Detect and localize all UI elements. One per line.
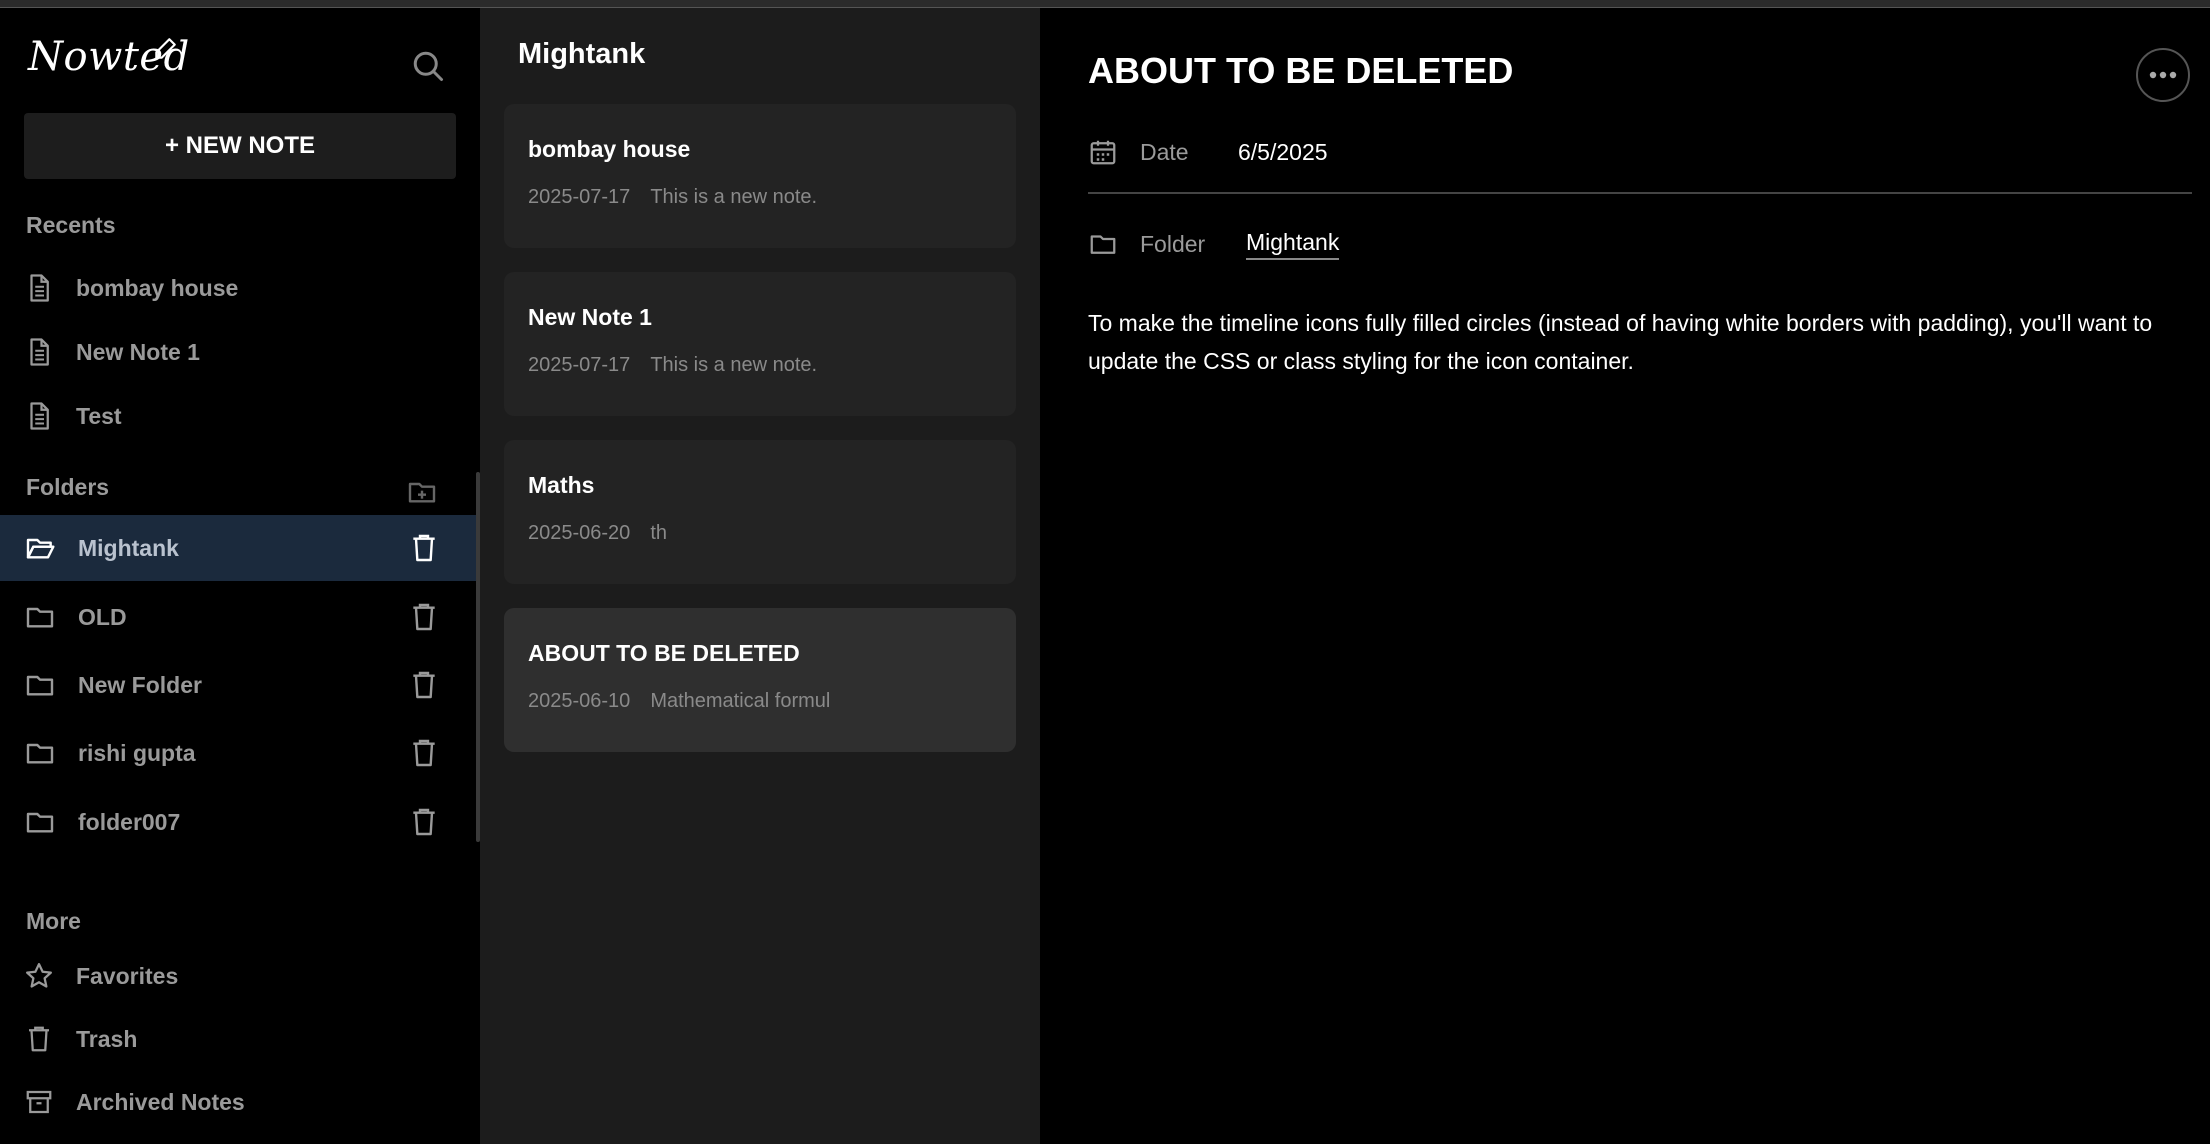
window-top-border (0, 0, 2210, 8)
recent-item-label: New Note 1 (76, 338, 200, 365)
note-card-excerpt: This is a new note. (650, 186, 818, 208)
more-item-label: Archived Notes (76, 1088, 245, 1115)
folder-icon (1090, 235, 1116, 254)
note-card-title: ABOUT TO BE DELETED (528, 640, 800, 666)
note-body[interactable]: To make the timeline icons fully filled … (1088, 304, 2188, 380)
archive-icon (26, 1090, 52, 1114)
more-heading: More (26, 908, 81, 934)
delete-folder-icon[interactable] (408, 600, 440, 634)
note-card[interactable]: bombay house 2025-07-17 This is a new not… (504, 104, 1016, 248)
document-icon (30, 274, 49, 302)
note-card-excerpt: Mathematical formul (650, 690, 831, 712)
document-icon (30, 338, 49, 366)
new-note-button[interactable]: + NEW NOTE (24, 113, 456, 179)
note-card-title: Maths (528, 472, 595, 498)
note-card-date: 2025-06-10 (528, 690, 631, 712)
note-card[interactable]: Maths 2025-06-20 th (504, 440, 1016, 584)
more-options-button[interactable] (2136, 48, 2190, 102)
folder-label: OLD (78, 603, 127, 630)
add-folder-icon[interactable] (406, 476, 438, 508)
archived-notes-link[interactable]: Archived Notes (24, 1078, 456, 1126)
star-icon (26, 963, 52, 988)
date-row: Date 6/5/2025 (1088, 132, 1328, 172)
note-list-panel: Mightank bombay house 2025-07-17 This is … (480, 8, 1040, 1144)
folder-item-old[interactable]: OLD (0, 584, 480, 650)
note-title[interactable]: ABOUT TO BE DELETED (1088, 50, 1513, 92)
note-card-meta: 2025-07-17 This is a new note. (528, 186, 817, 209)
note-card[interactable]: New Note 1 2025-07-17 This is a new note. (504, 272, 1016, 416)
more-item-label: Favorites (76, 962, 179, 989)
folder-row: Folder Mightank (1088, 224, 1340, 264)
note-editor: ABOUT TO BE DELETED Date 6/5/2025 Folder… (1040, 8, 2210, 1144)
folder-label: New Folder (78, 671, 202, 698)
folder-item-new-folder[interactable]: New Folder (0, 652, 480, 718)
note-card-title: New Note 1 (528, 304, 652, 330)
delete-folder-icon[interactable] (408, 805, 440, 839)
search-icon[interactable] (410, 48, 446, 84)
note-card-date: 2025-07-17 (528, 354, 631, 376)
trash-link[interactable]: Trash (24, 1015, 456, 1063)
recent-item-label: Test (76, 402, 122, 429)
folder-icon (26, 743, 54, 764)
delete-folder-icon[interactable] (408, 531, 440, 565)
folder-label: rishi gupta (78, 739, 196, 766)
ellipsis-icon (2149, 71, 2177, 79)
more-item-label: Trash (76, 1025, 138, 1052)
folder-item-folder007[interactable]: folder007 (0, 789, 480, 855)
note-card-meta: 2025-06-20 th (528, 522, 667, 545)
folder-label: Mightank (78, 534, 179, 561)
note-card-meta: 2025-06-10 Mathematical formul (528, 690, 830, 713)
delete-folder-icon[interactable] (408, 668, 440, 702)
pen-icon (155, 38, 176, 59)
date-label: Date (1140, 138, 1189, 165)
note-card-date: 2025-07-17 (528, 186, 631, 208)
delete-folder-icon[interactable] (408, 736, 440, 770)
recent-item[interactable]: Test (24, 392, 456, 440)
note-card-meta: 2025-07-17 This is a new note. (528, 354, 817, 377)
date-value: 6/5/2025 (1238, 138, 1328, 165)
folders-heading: Folders (26, 474, 110, 500)
folder-link[interactable]: Mightank (1246, 229, 1340, 260)
note-card-date: 2025-06-20 (528, 522, 631, 544)
recent-item[interactable]: bombay house (24, 264, 456, 312)
note-card-excerpt: This is a new note. (650, 354, 818, 376)
folder-icon (26, 812, 54, 833)
recent-item[interactable]: New Note 1 (24, 328, 456, 376)
properties-divider (1088, 192, 2192, 194)
folder-label: folder007 (78, 808, 181, 835)
open-folder-icon (26, 538, 55, 559)
folder-label: Folder (1140, 230, 1206, 257)
note-card-excerpt: th (650, 522, 667, 544)
trash-icon (29, 1026, 49, 1052)
folder-icon (26, 675, 54, 696)
sidebar: Nowted + NEW NOTE Recents bombay house N… (0, 8, 480, 1144)
folder-title: Mightank (518, 38, 646, 70)
recents-heading: Recents (26, 212, 116, 238)
folder-item-mightank[interactable]: Mightank (0, 515, 480, 581)
favorites-link[interactable]: Favorites (24, 952, 456, 1000)
document-icon (30, 402, 49, 430)
folder-item-rishi-gupta[interactable]: rishi gupta (0, 720, 480, 786)
note-card-selected[interactable]: ABOUT TO BE DELETED 2025-06-10 Mathematic… (504, 608, 1016, 752)
recent-item-label: bombay house (76, 274, 239, 301)
note-card-title: bombay house (528, 136, 691, 162)
calendar-icon (1090, 140, 1116, 165)
folder-icon (26, 607, 54, 628)
